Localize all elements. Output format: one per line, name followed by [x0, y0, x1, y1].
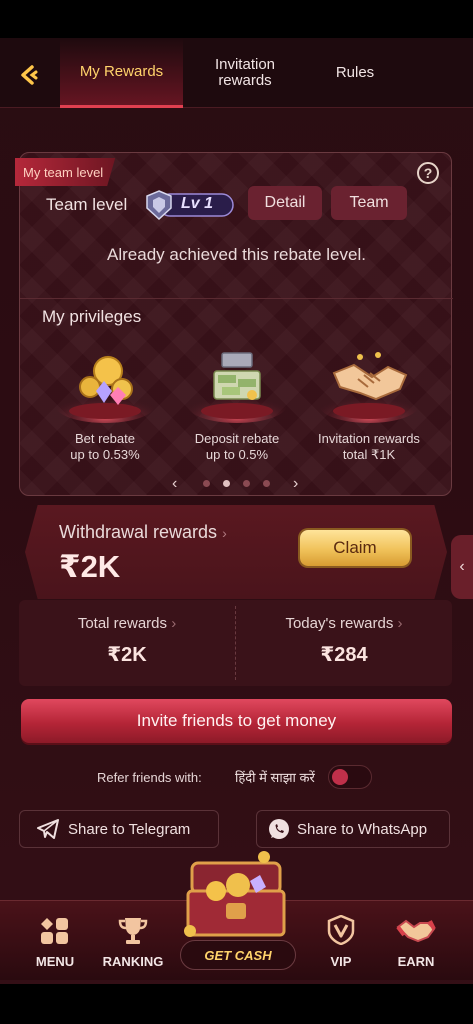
telegram-icon [37, 819, 59, 839]
total-rewards-label: Total rewards [77, 615, 168, 632]
team-level-label: Team level [46, 195, 128, 214]
privilege-deposit-rebate-line2: up to 0.5% [205, 447, 269, 462]
get-cash-label: GET CASH [204, 947, 272, 963]
coins-icon [50, 343, 160, 423]
share-telegram-button[interactable]: Share to Telegram [19, 810, 219, 848]
chevron-right-icon: › [222, 525, 227, 541]
handshake-icon [396, 919, 436, 943]
get-cash-button[interactable]: GET CASH [180, 940, 296, 970]
team-button-label: Team [349, 194, 389, 211]
privileges-pager: ‹ › [20, 475, 453, 493]
team-level-card: My team level ? Team level Lv 1 Detail T… [15, 152, 453, 496]
withdrawal-rewards-panel: Withdrawal rewards › ₹2K Claim [25, 505, 447, 599]
vip-shield-icon [327, 914, 355, 946]
nav-earn[interactable]: EARN [381, 915, 451, 969]
nav-ranking-label: RANKING [102, 954, 164, 969]
withdrawal-label-text: Withdrawal rewards [59, 522, 218, 542]
chevron-left-icon: ‹ [459, 558, 465, 575]
refer-label: Refer friends with: [97, 770, 202, 785]
help-icon[interactable]: ? [417, 162, 439, 184]
nav-vip[interactable]: VIP [306, 914, 376, 969]
rewards-totals: Total rewards › ₹2K Today's rewards › ₹2… [19, 600, 452, 686]
level-badge: Lv 1 [145, 189, 235, 221]
privilege-bet-rebate-line1: Bet rebate [75, 431, 135, 446]
tab-rules[interactable]: Rules [315, 38, 395, 108]
chevron-left-icon[interactable]: ‹ [172, 475, 177, 493]
level-badge-text: Lv 1 [181, 195, 214, 212]
team-level-tag: My team level [15, 158, 116, 186]
treasure-chest-icon [182, 343, 292, 423]
withdrawal-label[interactable]: Withdrawal rewards › [59, 522, 227, 543]
tab-my-rewards-label: My Rewards [79, 62, 164, 80]
total-rewards-value: ₹2K [107, 644, 147, 666]
privilege-invitation-rewards: Invitation rewards total ₹1K [304, 343, 434, 463]
privilege-bet-rebate: Bet rebate up to 0.53% [40, 343, 170, 463]
nav-menu[interactable]: MENU [20, 915, 90, 969]
side-drawer-tab[interactable]: ‹ [451, 535, 473, 599]
handshake-icon [314, 343, 424, 423]
tab-rules-label: Rules [335, 64, 375, 81]
trophy-icon [118, 918, 148, 944]
detail-button-label: Detail [264, 194, 306, 211]
privilege-invitation-line2: total ₹1K [342, 447, 396, 462]
privilege-bet-rebate-line2: up to 0.53% [70, 447, 140, 462]
todays-rewards[interactable]: Today's rewards › ₹284 [236, 600, 452, 686]
privilege-deposit-rebate-line1: Deposit rebate [194, 431, 280, 446]
tab-invitation-rewards-label: Invitation rewards [214, 56, 276, 89]
invite-friends-button[interactable]: Invite friends to get money [21, 699, 452, 743]
menu-grid-icon [41, 918, 68, 944]
nav-earn-label: EARN [397, 954, 435, 969]
team-button[interactable]: Team [331, 186, 407, 220]
chevron-right-icon: › [397, 615, 403, 632]
privileges-title: My privileges [42, 307, 142, 326]
app-root: My Rewards Invitation rewards Rules My t… [0, 0, 473, 1024]
pager-dot-active[interactable] [223, 480, 230, 487]
nav-menu-label: MENU [35, 954, 75, 969]
rebate-status-text: Already achieved this rebate level. [107, 245, 366, 264]
privilege-invitation-line1: Invitation rewards [318, 431, 420, 446]
back-arrow-icon [21, 65, 38, 85]
nav-vip-label: VIP [330, 954, 352, 969]
total-rewards[interactable]: Total rewards › ₹2K [19, 600, 235, 686]
todays-rewards-label: Today's rewards [285, 615, 394, 632]
tab-my-rewards[interactable]: My Rewards [60, 38, 183, 108]
share-whatsapp-button[interactable]: Share to WhatsApp [256, 810, 450, 848]
treasure-chest-icon [184, 851, 286, 937]
chevron-right-icon[interactable]: › [293, 475, 298, 493]
hindi-share-toggle[interactable] [328, 765, 372, 789]
todays-rewards-value: ₹284 [320, 644, 368, 666]
share-telegram-label: Share to Telegram [68, 820, 191, 838]
back-button[interactable] [14, 60, 44, 90]
detail-button[interactable]: Detail [248, 186, 322, 220]
top-tab-bar: My Rewards Invitation rewards Rules [0, 38, 473, 108]
invite-friends-label: Invite friends to get money [136, 711, 337, 730]
withdrawal-amount: ₹2K [59, 549, 121, 584]
privilege-deposit-rebate: Deposit rebate up to 0.5% [172, 343, 302, 463]
tab-invitation-rewards[interactable]: Invitation rewards [195, 38, 295, 108]
pager-dot[interactable] [263, 480, 270, 487]
pager-dot[interactable] [243, 480, 250, 487]
whatsapp-icon [269, 819, 289, 839]
status-bar [0, 0, 473, 38]
share-whatsapp-label: Share to WhatsApp [297, 820, 428, 838]
toggle-knob [332, 769, 348, 785]
system-nav-bar [0, 984, 473, 1024]
hindi-share-label: हिंदी में साझा करें [235, 770, 315, 785]
chevron-right-icon: › [171, 615, 177, 632]
pager-dot[interactable] [203, 480, 210, 487]
card-divider [20, 298, 453, 299]
claim-button-label: Claim [333, 538, 377, 557]
nav-ranking[interactable]: RANKING [98, 915, 168, 969]
claim-button[interactable]: Claim [300, 530, 410, 566]
